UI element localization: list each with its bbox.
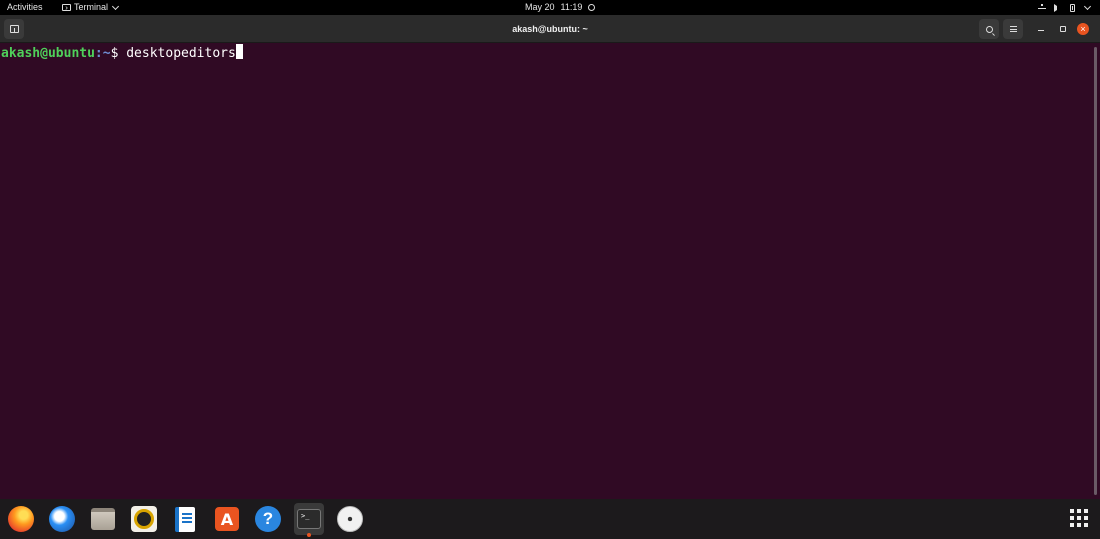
- activities-button[interactable]: Activities: [7, 0, 43, 15]
- terminal-output[interactable]: akash@ubuntu:~$ desktopeditors: [0, 43, 1100, 499]
- grid-dot: [1077, 509, 1081, 513]
- dock-item-rhythmbox[interactable]: [129, 503, 159, 535]
- close-button[interactable]: ×: [1077, 23, 1089, 35]
- prompt-separator: :: [94, 46, 103, 61]
- prompt-user-host: akash@ubuntu: [1, 46, 95, 61]
- chevron-down-icon: [111, 2, 120, 10]
- disc-icon: [337, 506, 363, 532]
- system-tray[interactable]: [1038, 0, 1092, 15]
- search-icon: [985, 25, 993, 33]
- minimize-button[interactable]: [1031, 19, 1051, 39]
- grid-dot: [1084, 523, 1088, 527]
- minimize-icon: [1038, 30, 1044, 31]
- running-indicator: [307, 533, 311, 537]
- grid-dot: [1077, 516, 1081, 520]
- prompt-path: ~: [102, 46, 111, 61]
- alarm-icon: [588, 4, 596, 11]
- grid-dot: [1084, 509, 1088, 513]
- files-icon: [91, 508, 115, 530]
- terminal-scrollbar[interactable]: [1094, 47, 1097, 495]
- dock-item-writer[interactable]: [170, 503, 200, 535]
- prompt-line: akash@ubuntu:~$ desktopeditors: [1, 44, 243, 62]
- window-title: akash@ubuntu: ~: [512, 24, 588, 34]
- thunderbird-icon: [49, 506, 75, 532]
- grid-dot: [1070, 509, 1074, 513]
- dock-item-terminal[interactable]: >_: [294, 503, 324, 537]
- dock-item-help[interactable]: ?: [253, 503, 283, 535]
- terminal-icon: >_: [297, 509, 321, 529]
- terminal-app-icon: [62, 4, 71, 11]
- grid-dot: [1084, 516, 1088, 520]
- chevron-down-icon: [1083, 2, 1092, 10]
- command-text: desktopeditors: [126, 46, 236, 61]
- maximize-button[interactable]: [1053, 19, 1073, 39]
- show-applications-button[interactable]: [1070, 509, 1088, 527]
- clock-date: May 20: [525, 2, 555, 12]
- dock: A ? >_: [0, 499, 1100, 539]
- dock-item-thunderbird[interactable]: [47, 503, 77, 535]
- search-button[interactable]: [979, 19, 999, 39]
- app-menu-label: Terminal: [74, 2, 109, 12]
- firefox-icon: [8, 506, 34, 532]
- clock-time: 11:19: [560, 2, 583, 12]
- grid-dot: [1070, 523, 1074, 527]
- dock-item-software[interactable]: A: [212, 503, 242, 535]
- app-menu[interactable]: Terminal: [62, 0, 120, 15]
- hamburger-menu-icon: [1009, 26, 1017, 32]
- rhythmbox-icon: [131, 506, 157, 532]
- battery-icon: [1070, 3, 1075, 12]
- maximize-icon: [1060, 26, 1066, 32]
- terminal-header-bar: akash@ubuntu: ~ ×: [0, 15, 1100, 43]
- help-icon: ?: [255, 506, 281, 532]
- grid-dot: [1070, 516, 1074, 520]
- grid-dot: [1077, 523, 1081, 527]
- dock-item-files[interactable]: [88, 503, 118, 535]
- text-cursor: [235, 44, 243, 59]
- prompt-symbol: $: [110, 46, 119, 61]
- new-tab-icon: [9, 25, 19, 33]
- menu-button[interactable]: [1003, 19, 1023, 39]
- close-icon: ×: [1080, 24, 1086, 34]
- top-bar: Activities Terminal May 20 11:19: [0, 0, 1100, 15]
- volume-icon: [1054, 3, 1062, 12]
- dock-item-disc[interactable]: [335, 503, 365, 535]
- dock-item-firefox[interactable]: [6, 503, 36, 535]
- network-icon: [1038, 3, 1046, 12]
- libreoffice-writer-icon: [175, 506, 195, 532]
- ubuntu-software-icon: A: [215, 507, 239, 531]
- new-tab-button[interactable]: [4, 19, 24, 39]
- clock[interactable]: May 20 11:19: [525, 0, 596, 15]
